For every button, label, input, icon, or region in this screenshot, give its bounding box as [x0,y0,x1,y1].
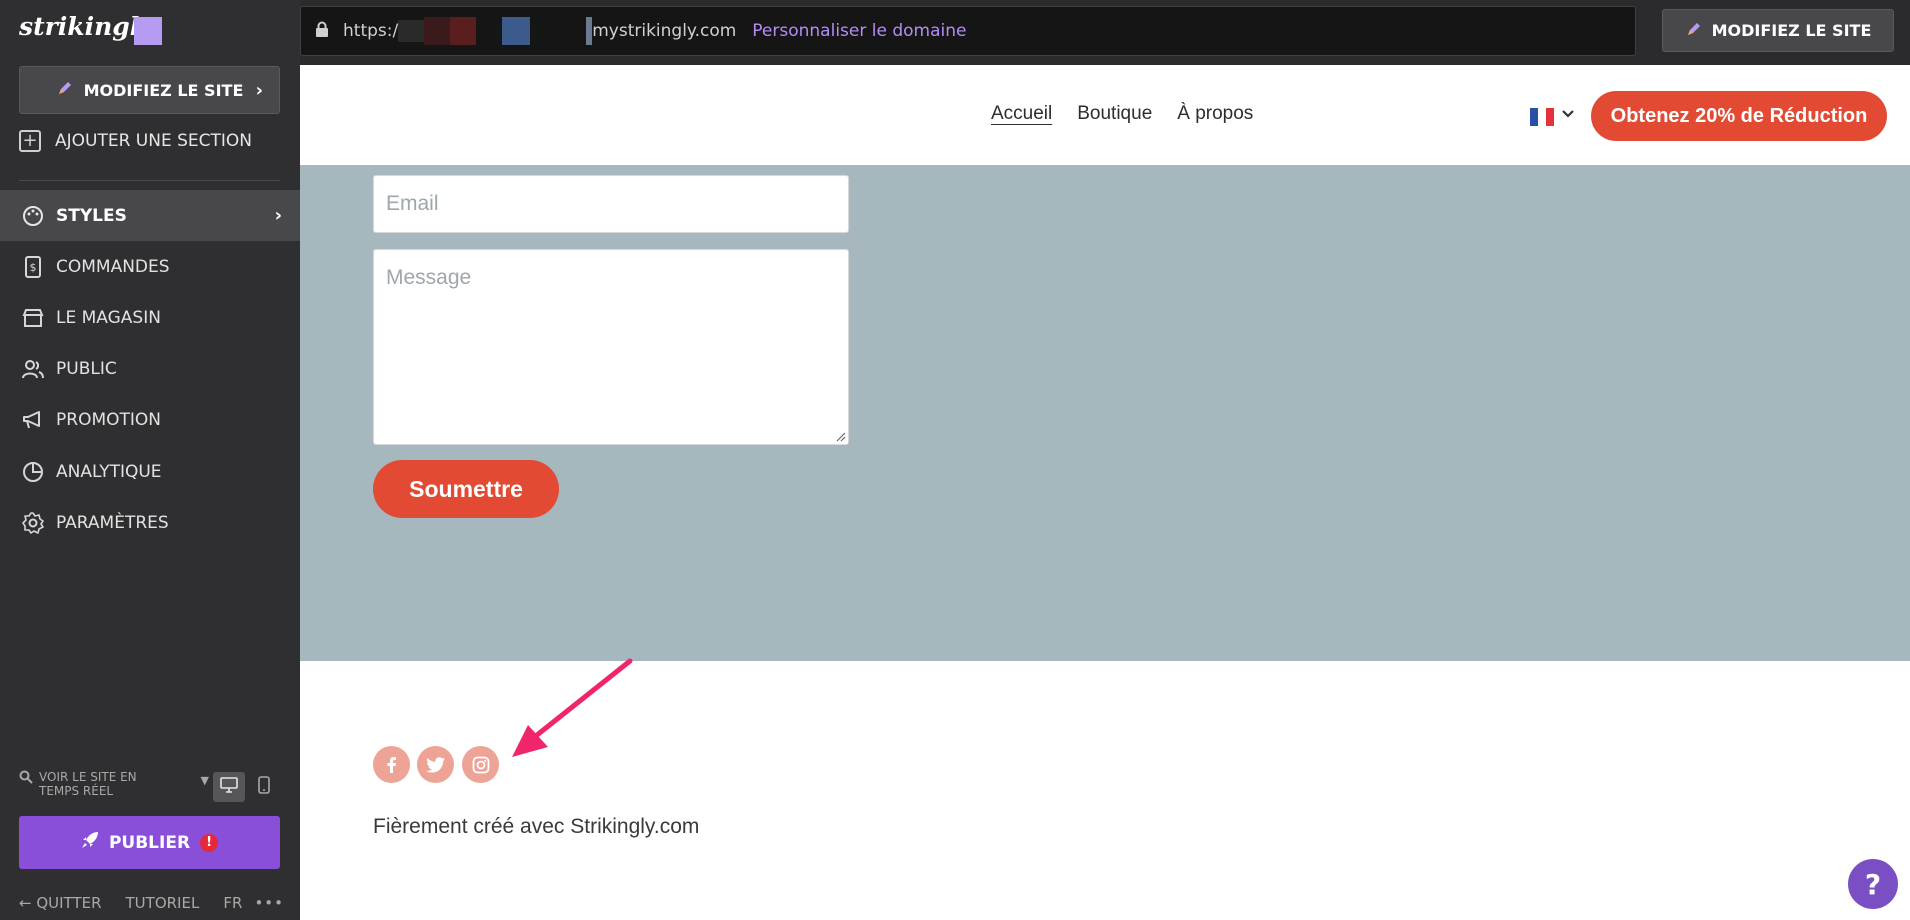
sidebar-item-label: LE MAGASIN [56,307,161,328]
lock-icon [315,21,329,42]
redacted-block [502,17,531,45]
megaphone-icon [20,407,46,433]
add-section-label: AJOUTER UNE SECTION [55,131,253,151]
sidebar-item-settings[interactable]: PARAMÈTRES [0,497,300,548]
sidebar-item-label: ANALYTIQUE [56,461,162,482]
mobile-view-button[interactable] [252,772,276,802]
live-view-toggle[interactable]: VOIR LE SITE EN TEMPS RÉEL ▼ [19,770,209,798]
edit-site-label: MODIFIEZ LE SITE [83,80,244,100]
redacted-block [398,20,425,42]
invoice-icon: $ [20,254,46,280]
redacted-block [424,17,451,45]
desktop-view-button[interactable] [213,772,245,802]
sidebar-footer: ← QUITTER TUTORIEL FR ••• [19,894,284,912]
sidebar-item-store[interactable]: LE MAGASIN [0,292,300,343]
site-preview: Accueil Boutique À propos Obtenez 20% de… [300,65,1910,920]
plus-square-icon: + [19,130,41,152]
sidebar-item-audience[interactable]: PUBLIC [0,343,300,394]
message-field[interactable]: Message [373,249,849,445]
site-navbar: Accueil Boutique À propos Obtenez 20% de… [300,65,1910,165]
site-nav-links: Accueil Boutique À propos [991,103,1278,125]
site-url-bar[interactable]: https:/ mystrikingly.com Personnaliser l… [300,6,1636,56]
more-options-icon[interactable]: ••• [254,894,284,912]
french-flag-icon[interactable] [1530,108,1554,126]
mobile-icon [258,776,270,798]
chevron-right-icon: › [255,80,263,101]
pie-chart-icon [20,459,46,485]
chevron-right-icon: › [274,205,282,226]
url-prefix: https:/ [343,21,399,41]
redacted-block [530,17,586,45]
sidebar-divider [19,180,280,181]
sidebar-item-label: STYLES [56,205,127,226]
store-icon [20,305,46,331]
editor-topbar: https:/ mystrikingly.com Personnaliser l… [300,0,1910,65]
svg-text:$: $ [30,261,37,274]
pen-icon [1685,20,1703,42]
discount-button[interactable]: Obtenez 20% de Réduction [1591,91,1887,141]
desktop-icon [220,777,238,797]
sidebar: strikingly MODIFIEZ LE SITE › + AJOUTER … [0,0,300,920]
rocket-icon [81,831,99,854]
language-link[interactable]: FR [223,894,242,912]
pen-icon [56,79,74,101]
gear-icon [20,510,46,536]
twitter-icon[interactable] [417,746,454,783]
message-placeholder: Message [386,266,472,289]
sidebar-item-label: COMMANDES [56,256,170,277]
sidebar-item-orders[interactable]: $ COMMANDES [0,241,300,292]
sidebar-item-promotion[interactable]: PROMOTION [0,394,300,445]
nav-link-about[interactable]: À propos [1177,103,1253,125]
url-domain: mystrikingly.com [592,21,737,41]
quit-link[interactable]: ← QUITTER [19,894,102,912]
redacted-block [476,17,502,45]
submit-button[interactable]: Soumettre [373,460,559,518]
site-credit: Fièrement créé avec Strikingly.com [373,815,700,838]
sidebar-item-label: PARAMÈTRES [56,512,169,533]
sidebar-item-analytics[interactable]: ANALYTIQUE [0,446,300,497]
live-view-label: VOIR LE SITE EN TEMPS RÉEL [39,770,137,798]
redacted-block [450,17,477,45]
quit-label: QUITTER [36,894,102,912]
custom-domain-link[interactable]: Personnaliser le domaine [752,21,966,41]
edit-site-button[interactable]: MODIFIEZ LE SITE › [19,66,280,114]
add-section-button[interactable]: + AJOUTER UNE SECTION [19,130,252,152]
nav-link-shop[interactable]: Boutique [1077,103,1152,125]
site-color-swatch [134,17,162,45]
palette-icon [20,203,46,229]
facebook-icon[interactable] [373,746,410,783]
sidebar-item-label: PUBLIC [56,358,117,379]
contact-form-section: Email Message Soumettre [300,165,1910,661]
search-icon [19,770,33,787]
publish-button[interactable]: PUBLIER ! [19,816,280,869]
alert-badge: ! [200,833,219,852]
help-button[interactable]: ? [1848,859,1898,909]
tutorial-link[interactable]: TUTORIEL [126,894,200,912]
nav-link-home[interactable]: Accueil [991,103,1052,125]
chevron-down-icon[interactable] [1562,107,1574,123]
email-field[interactable]: Email [373,175,849,233]
annotation-arrow-icon [512,658,633,757]
sidebar-item-label: PROMOTION [56,409,161,430]
top-edit-site-label: MODIFIEZ LE SITE [1711,21,1872,40]
publish-label: PUBLIER [108,832,191,853]
sidebar-item-styles[interactable]: STYLES › [0,190,300,241]
caret-down-icon: ▼ [200,774,209,787]
top-edit-site-button[interactable]: MODIFIEZ LE SITE [1662,9,1894,52]
users-icon [20,356,46,382]
resize-handle-icon[interactable] [836,432,846,442]
